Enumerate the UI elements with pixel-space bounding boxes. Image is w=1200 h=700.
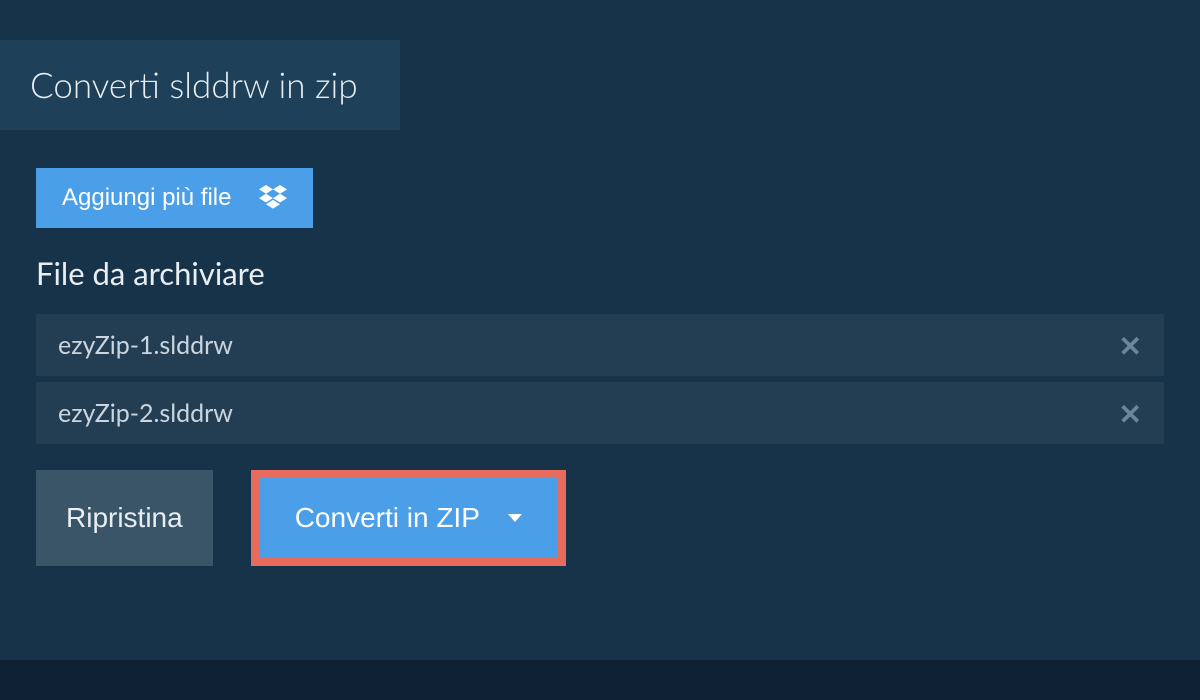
remove-file-icon[interactable]: ✕ xyxy=(1119,331,1142,359)
convert-label: Converti in ZIP xyxy=(295,502,480,534)
caret-down-icon xyxy=(508,514,522,522)
add-files-label: Aggiungi più file xyxy=(62,184,231,212)
reset-label: Ripristina xyxy=(66,502,183,533)
tab-title-text: Converti slddrw in zip xyxy=(30,64,358,106)
remove-file-icon[interactable]: ✕ xyxy=(1119,399,1142,427)
file-name: ezyZip-2.slddrw xyxy=(58,398,233,428)
add-files-button[interactable]: Aggiungi più file xyxy=(36,168,313,228)
tab-title[interactable]: Converti slddrw in zip xyxy=(0,40,400,130)
convert-button[interactable]: Converti in ZIP xyxy=(259,478,558,558)
file-list: ezyZip-1.slddrw ✕ ezyZip-2.slddrw ✕ xyxy=(36,314,1164,444)
convert-highlight: Converti in ZIP xyxy=(251,470,566,566)
action-row: Ripristina Converti in ZIP xyxy=(36,470,1164,566)
file-row: ezyZip-1.slddrw ✕ xyxy=(36,314,1164,376)
files-section-title: File da archiviare xyxy=(36,254,1164,292)
file-row: ezyZip-2.slddrw ✕ xyxy=(36,382,1164,444)
file-name: ezyZip-1.slddrw xyxy=(58,330,233,360)
dropbox-icon xyxy=(259,185,287,211)
reset-button[interactable]: Ripristina xyxy=(36,470,213,566)
